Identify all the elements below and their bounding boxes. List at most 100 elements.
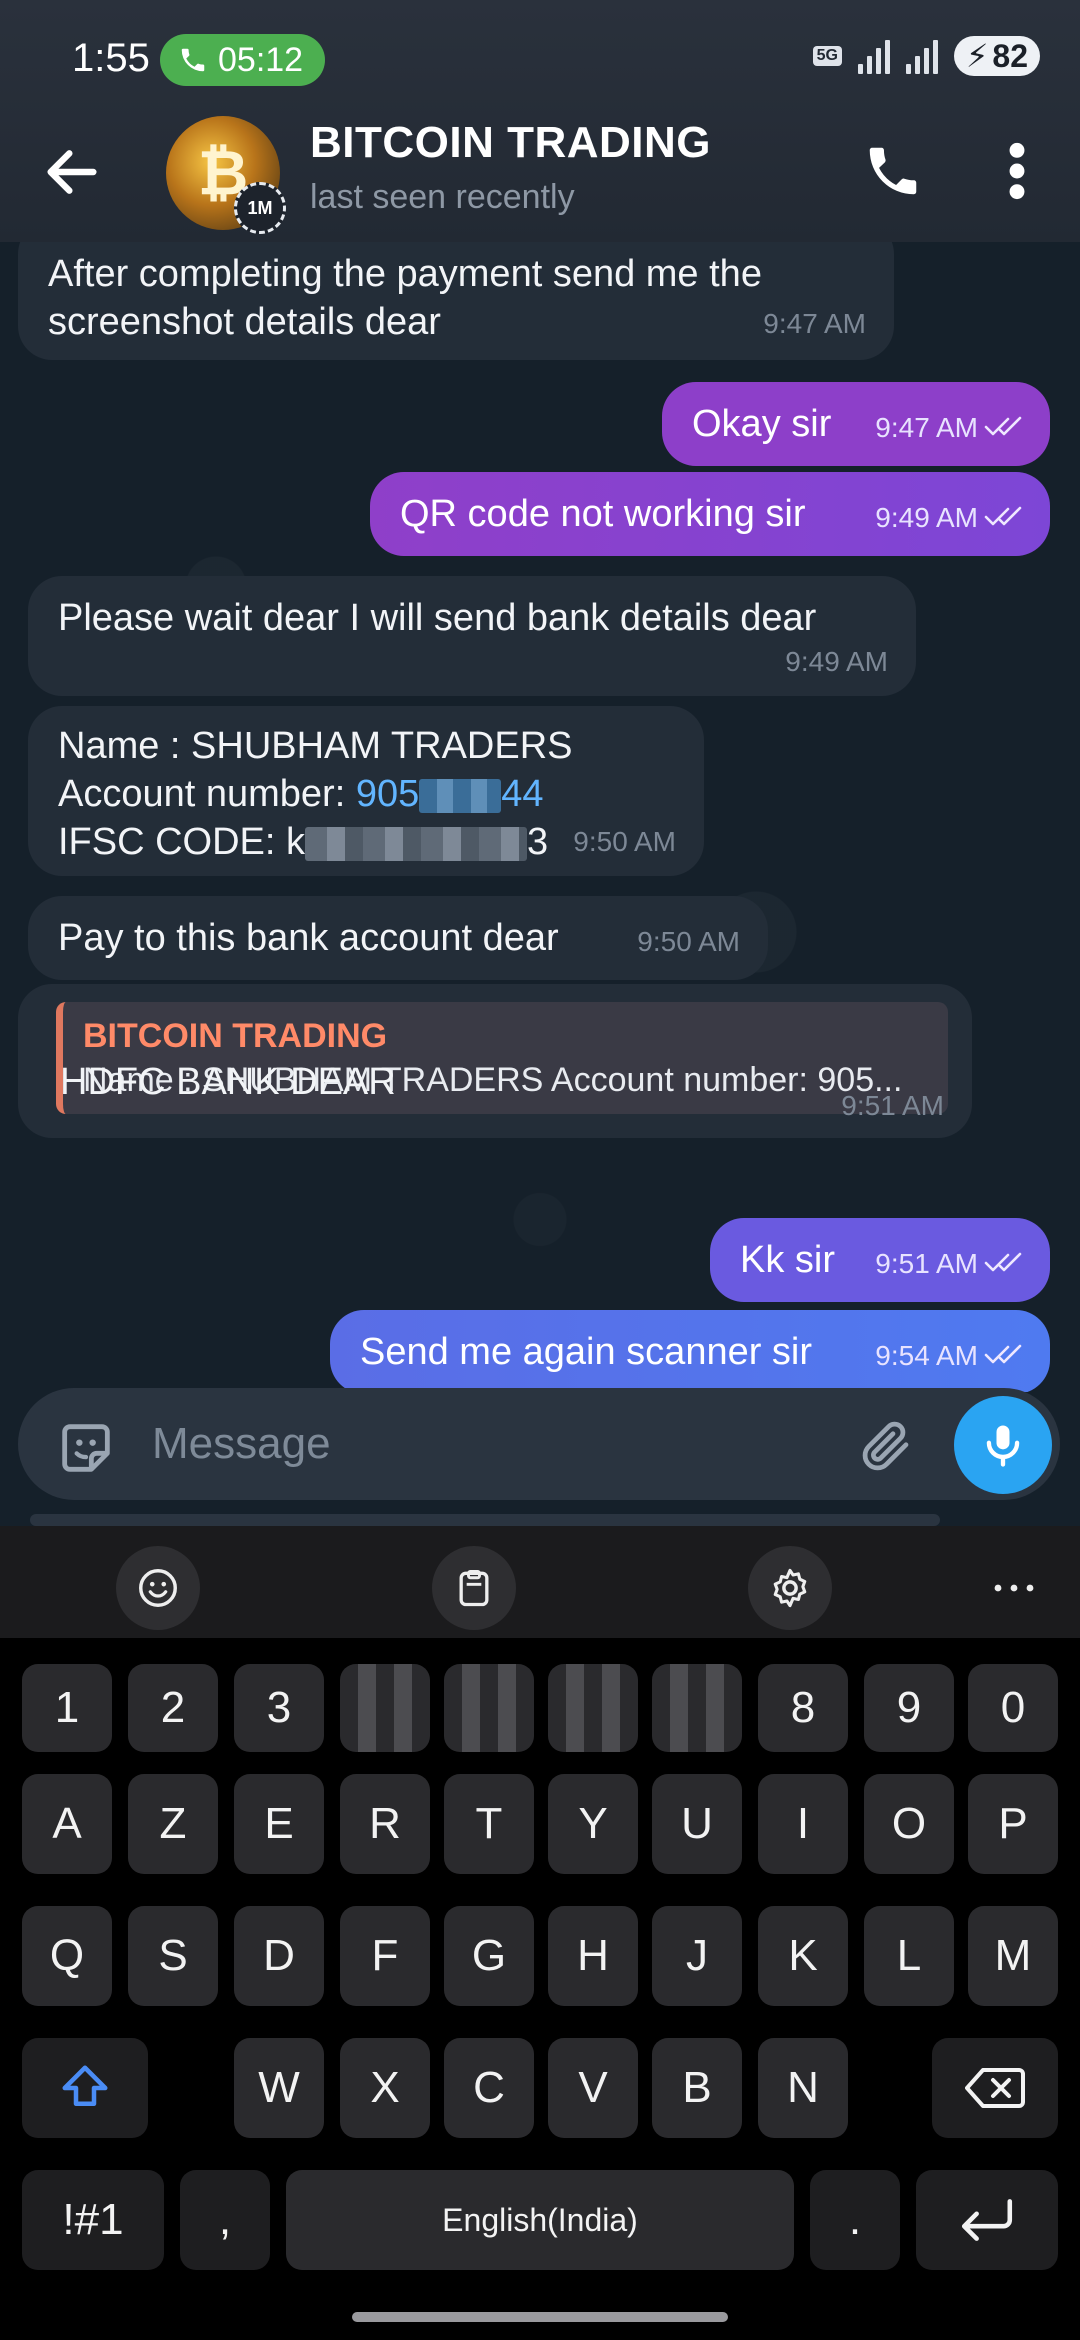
key[interactable]: A (22, 1774, 112, 1874)
key[interactable]: 8 (758, 1664, 848, 1752)
attach-paperclip-icon[interactable] (856, 1414, 916, 1478)
key[interactable]: L (864, 1906, 954, 2006)
key[interactable]: N (758, 2038, 848, 2138)
key-redacted[interactable]: 5 (444, 1664, 534, 1752)
message-bubble-outgoing[interactable]: QR code not working sir 9:49 AM (370, 472, 1050, 556)
message-time-label: 9:51 AM (875, 1248, 978, 1279)
message-bubble-incoming[interactable]: After completing the payment send me the… (18, 242, 894, 360)
key[interactable]: G (444, 1906, 534, 2006)
message-bubble-outgoing[interactable]: Send me again scanner sir 9:54 AM (330, 1310, 1050, 1392)
message-bubble-reply[interactable]: BITCOIN TRADING Name : SHUBHAM TRADERS A… (18, 984, 972, 1138)
account-number-suffix: 44 (501, 773, 544, 815)
status-icons: 5G ⚡ 82 (812, 36, 1040, 76)
symbols-key[interactable]: !#1 (22, 2170, 164, 2270)
message-text: Kk sir (740, 1239, 835, 1281)
shift-key[interactable] (22, 2038, 148, 2138)
key[interactable]: Z (128, 1774, 218, 1874)
sticker-icon[interactable] (54, 1416, 118, 1480)
key[interactable]: 0 (968, 1664, 1058, 1752)
key[interactable]: T (444, 1774, 534, 1874)
key[interactable]: B (652, 2038, 742, 2138)
message-time-label: 9:49 AM (875, 502, 978, 533)
avatar[interactable]: ₿ 1M (166, 116, 286, 234)
key[interactable]: 3 (234, 1664, 324, 1752)
more-tools-button[interactable] (972, 1546, 1056, 1630)
message-bubble-incoming[interactable]: Pay to this bank account dear 9:50 AM (28, 896, 768, 980)
message-bubble-outgoing[interactable]: Okay sir 9:47 AM (662, 382, 1050, 466)
account-number-line: Account number: 905 44 (58, 770, 674, 818)
ongoing-call-pill[interactable]: 05:12 (160, 34, 326, 86)
more-menu-icon[interactable] (1000, 140, 1034, 202)
account-number-prefix: 905 (355, 773, 420, 815)
key[interactable]: F (340, 1906, 430, 2006)
key[interactable]: H (548, 1906, 638, 2006)
space-key[interactable]: English(India) (286, 2170, 794, 2270)
message-bubble-outgoing[interactable]: Kk sir 9:51 AM (710, 1218, 1050, 1302)
top-bar: 1:55 05:12 5G ⚡ 82 ₿ 1M BITCOIN TRADING … (0, 0, 1080, 242)
key[interactable]: V (548, 2038, 638, 2138)
key[interactable]: Q (22, 1906, 112, 2006)
emoji-button[interactable] (116, 1546, 200, 1630)
backspace-icon (965, 2068, 1025, 2108)
message-bubble-bank-details[interactable]: Name : SHUBHAM TRADERS Account number: 9… (28, 706, 704, 876)
key[interactable]: C (444, 2038, 534, 2138)
key[interactable]: X (340, 2038, 430, 2138)
call-icon[interactable] (862, 140, 924, 202)
key[interactable]: Y (548, 1774, 638, 1874)
message-bubble-incoming[interactable]: Please wait dear I will send bank detail… (28, 576, 916, 696)
message-text: Please wait dear I will send bank detail… (58, 597, 817, 639)
enter-key[interactable] (916, 2170, 1058, 2270)
call-timer: 05:12 (218, 40, 304, 79)
read-ticks-icon (984, 1252, 1022, 1272)
account-number-label: Account number: (58, 773, 356, 815)
key-redacted[interactable]: 7 (652, 1664, 742, 1752)
home-indicator[interactable] (352, 2312, 728, 2322)
key[interactable]: 1 (22, 1664, 112, 1752)
composer-shadow (30, 1514, 940, 1526)
microphone-icon (986, 1425, 1020, 1467)
key[interactable]: M (968, 1906, 1058, 2006)
message-text: Send me again scanner sir (360, 1331, 813, 1373)
read-ticks-icon (984, 416, 1022, 436)
key[interactable]: J (652, 1906, 742, 2006)
key[interactable]: 9 (864, 1664, 954, 1752)
key[interactable]: 2 (128, 1664, 218, 1752)
message-text: QR code not working sir (400, 493, 806, 535)
key[interactable]: K (758, 1906, 848, 2006)
signal-icon (857, 38, 890, 74)
network-5g-icon: 5G (812, 46, 842, 66)
keyboard: 1 2 3 4 5 6 7 8 9 0 A Z E R T Y U I O P … (0, 1638, 1080, 2340)
key[interactable]: O (864, 1774, 954, 1874)
message-time-label: 9:54 AM (875, 1340, 978, 1371)
chat-title[interactable]: BITCOIN TRADING (310, 118, 711, 168)
key[interactable]: I (758, 1774, 848, 1874)
keyboard-settings-button[interactable] (748, 1546, 832, 1630)
comma-key[interactable]: , (180, 2170, 270, 2270)
clipboard-button[interactable] (432, 1546, 516, 1630)
ifsc-suffix: 3 (527, 821, 549, 863)
backspace-key[interactable] (932, 2038, 1058, 2138)
back-arrow-icon[interactable] (40, 140, 104, 204)
key[interactable]: W (234, 2038, 324, 2138)
key-redacted[interactable]: 6 (548, 1664, 638, 1752)
last-seen-status: last seen recently (310, 178, 575, 216)
key[interactable]: P (968, 1774, 1058, 1874)
message-input[interactable] (152, 1412, 832, 1476)
voice-record-button[interactable] (954, 1396, 1052, 1494)
status-time: 1:55 (72, 36, 150, 80)
message-composer[interactable] (18, 1388, 1060, 1500)
gear-icon (773, 1568, 807, 1608)
chat-area[interactable]: After completing the payment send me the… (0, 242, 1080, 1392)
key[interactable]: D (234, 1906, 324, 2006)
message-text: After completing the payment send me the… (48, 253, 762, 343)
period-key[interactable]: . (810, 2170, 900, 2270)
key[interactable]: E (234, 1774, 324, 1874)
key-redacted[interactable]: 4 (340, 1664, 430, 1752)
keyboard-toolbar (0, 1526, 1080, 1638)
shift-arrow-icon (62, 2065, 108, 2106)
read-ticks-icon (984, 1344, 1022, 1364)
key[interactable]: S (128, 1906, 218, 2006)
account-number-link[interactable]: 905 44 (356, 773, 544, 815)
key[interactable]: R (340, 1774, 430, 1874)
key[interactable]: U (652, 1774, 742, 1874)
